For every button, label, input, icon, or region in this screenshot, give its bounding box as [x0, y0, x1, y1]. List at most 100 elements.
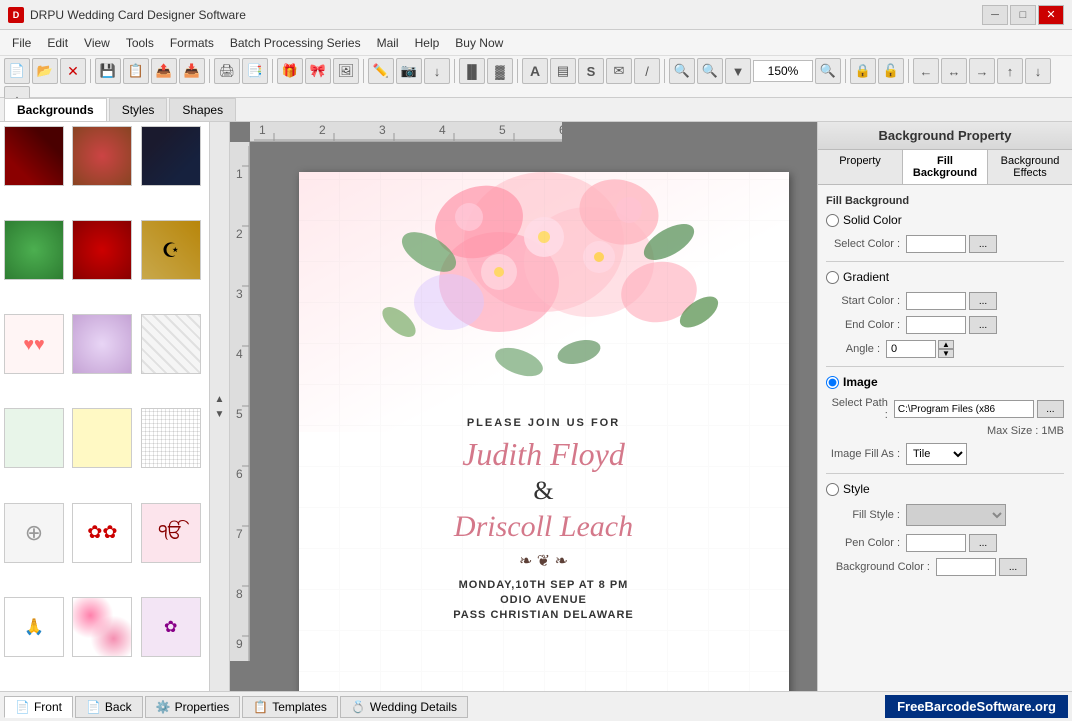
close-button[interactable]: ✕: [1038, 5, 1064, 25]
background-thumb-3[interactable]: [141, 126, 201, 186]
bottom-tab-back[interactable]: 📄 Back: [75, 696, 143, 718]
bottom-tab-templates[interactable]: 📋 Templates: [242, 696, 338, 718]
tb-arrow-left[interactable]: ←: [913, 58, 939, 84]
tab-backgrounds[interactable]: Backgrounds: [4, 98, 107, 121]
browse-button[interactable]: ...: [1037, 400, 1064, 418]
menu-tools[interactable]: Tools: [118, 33, 162, 53]
background-thumb-2[interactable]: [72, 126, 132, 186]
tb-lock1[interactable]: 🔒: [850, 58, 876, 84]
tb-lock2[interactable]: 🔓: [878, 58, 904, 84]
background-thumb-13[interactable]: ⊕: [4, 503, 64, 563]
bg-color-button[interactable]: ...: [999, 558, 1027, 576]
tb-save3[interactable]: 📤: [151, 58, 177, 84]
start-color-swatch[interactable]: [906, 292, 966, 310]
tb-arrow[interactable]: ↓: [424, 58, 450, 84]
solid-color-button[interactable]: ...: [969, 235, 997, 253]
tb-print2[interactable]: 📑: [242, 58, 268, 84]
tb-img[interactable]: 🖼: [333, 58, 359, 84]
gradient-radio[interactable]: [826, 271, 839, 284]
background-thumb-11[interactable]: [72, 408, 132, 468]
menu-mail[interactable]: Mail: [369, 33, 407, 53]
tb-close[interactable]: ✕: [60, 58, 86, 84]
background-thumb-9[interactable]: [141, 314, 201, 374]
scroll-down-icon[interactable]: ▼: [215, 409, 225, 420]
tb-arc[interactable]: S: [578, 58, 604, 84]
tb-open[interactable]: 📂: [32, 58, 58, 84]
fill-style-select[interactable]: [906, 504, 1006, 526]
tb-photo[interactable]: 📷: [396, 58, 422, 84]
background-thumb-16[interactable]: 🙏: [4, 597, 64, 657]
image-radio[interactable]: [826, 376, 839, 389]
tb-zoom-drop[interactable]: ▼: [725, 58, 751, 84]
menu-help[interactable]: Help: [407, 33, 448, 53]
menu-file[interactable]: File: [4, 33, 39, 53]
tab-background-effects[interactable]: Background Effects: [988, 150, 1072, 184]
pen-color-button[interactable]: ...: [969, 534, 997, 552]
tb-barcode2[interactable]: ▓: [487, 58, 513, 84]
background-thumb-17[interactable]: [72, 597, 132, 657]
bottom-tab-front[interactable]: 📄 Front: [4, 696, 73, 718]
tb-text[interactable]: A: [522, 58, 548, 84]
menu-view[interactable]: View: [76, 33, 118, 53]
tb-save4[interactable]: 📥: [179, 58, 205, 84]
tb-textbox[interactable]: ▤: [550, 58, 576, 84]
background-thumb-1[interactable]: [4, 126, 64, 186]
tb-arrow-up[interactable]: ↑: [997, 58, 1023, 84]
tb-new[interactable]: 📄: [4, 58, 30, 84]
tb-arrow-down[interactable]: ↓: [1025, 58, 1051, 84]
tb-arrow-right[interactable]: →: [969, 58, 995, 84]
tb-save[interactable]: 💾: [95, 58, 121, 84]
background-thumb-8[interactable]: [72, 314, 132, 374]
tab-styles[interactable]: Styles: [109, 98, 168, 121]
tab-property[interactable]: Property: [818, 150, 903, 184]
scroll-up-icon[interactable]: ▲: [215, 394, 225, 405]
end-color-button[interactable]: ...: [969, 316, 997, 334]
minimize-button[interactable]: ─: [982, 5, 1008, 25]
path-input[interactable]: [894, 400, 1034, 418]
style-radio[interactable]: [826, 483, 839, 496]
tb-email[interactable]: ✉: [606, 58, 632, 84]
pen-color-swatch[interactable]: [906, 534, 966, 552]
solid-color-radio[interactable]: [826, 214, 839, 227]
maximize-button[interactable]: □: [1010, 5, 1036, 25]
tb-barcode[interactable]: ▐▌: [459, 58, 485, 84]
bottom-tab-properties[interactable]: ⚙️ Properties: [145, 696, 241, 718]
background-thumb-15[interactable]: ੴ: [141, 503, 201, 563]
start-color-button[interactable]: ...: [969, 292, 997, 310]
tb-line[interactable]: /: [634, 58, 660, 84]
background-thumb-12[interactable]: [141, 408, 201, 468]
background-thumb-7[interactable]: ♥♥: [4, 314, 64, 374]
end-color-swatch[interactable]: [906, 316, 966, 334]
tab-shapes[interactable]: Shapes: [169, 98, 236, 121]
menu-edit[interactable]: Edit: [39, 33, 76, 53]
bg-color-row: Background Color : ...: [826, 558, 1064, 576]
thumb-scroll-arrows[interactable]: ▲ ▼: [209, 122, 229, 691]
tb-undo[interactable]: 🎁: [277, 58, 303, 84]
tb-flip-h[interactable]: ↔: [941, 58, 967, 84]
angle-up-button[interactable]: ▲: [938, 340, 954, 349]
background-thumb-14[interactable]: ✿✿: [72, 503, 132, 563]
tab-fill-background[interactable]: Fill Background: [903, 150, 988, 184]
tb-save2[interactable]: 📋: [123, 58, 149, 84]
background-thumb-6[interactable]: ☪: [141, 220, 201, 280]
angle-down-button[interactable]: ▼: [938, 349, 954, 358]
tb-redo[interactable]: 🎀: [305, 58, 331, 84]
background-thumb-4[interactable]: [4, 220, 64, 280]
solid-color-swatch[interactable]: [906, 235, 966, 253]
background-thumb-5[interactable]: [72, 220, 132, 280]
bg-color-swatch[interactable]: [936, 558, 996, 576]
tb-zoom-minus[interactable]: 🔍: [815, 58, 841, 84]
zoom-input[interactable]: [753, 60, 813, 82]
tb-print[interactable]: 🖨: [214, 58, 240, 84]
angle-input[interactable]: [886, 340, 936, 358]
menu-batch-processing[interactable]: Batch Processing Series: [222, 33, 369, 53]
tb-pen[interactable]: ✏️: [368, 58, 394, 84]
image-fill-select[interactable]: Tile Stretch Center Fit: [906, 443, 967, 465]
menu-formats[interactable]: Formats: [162, 33, 222, 53]
background-thumb-18[interactable]: ✿: [141, 597, 201, 657]
bottom-tab-wedding-details[interactable]: 💍 Wedding Details: [340, 696, 468, 718]
menu-buy-now[interactable]: Buy Now: [447, 33, 511, 53]
tb-zoom-out[interactable]: 🔍: [697, 58, 723, 84]
background-thumb-10[interactable]: [4, 408, 64, 468]
tb-zoom-in[interactable]: 🔍: [669, 58, 695, 84]
